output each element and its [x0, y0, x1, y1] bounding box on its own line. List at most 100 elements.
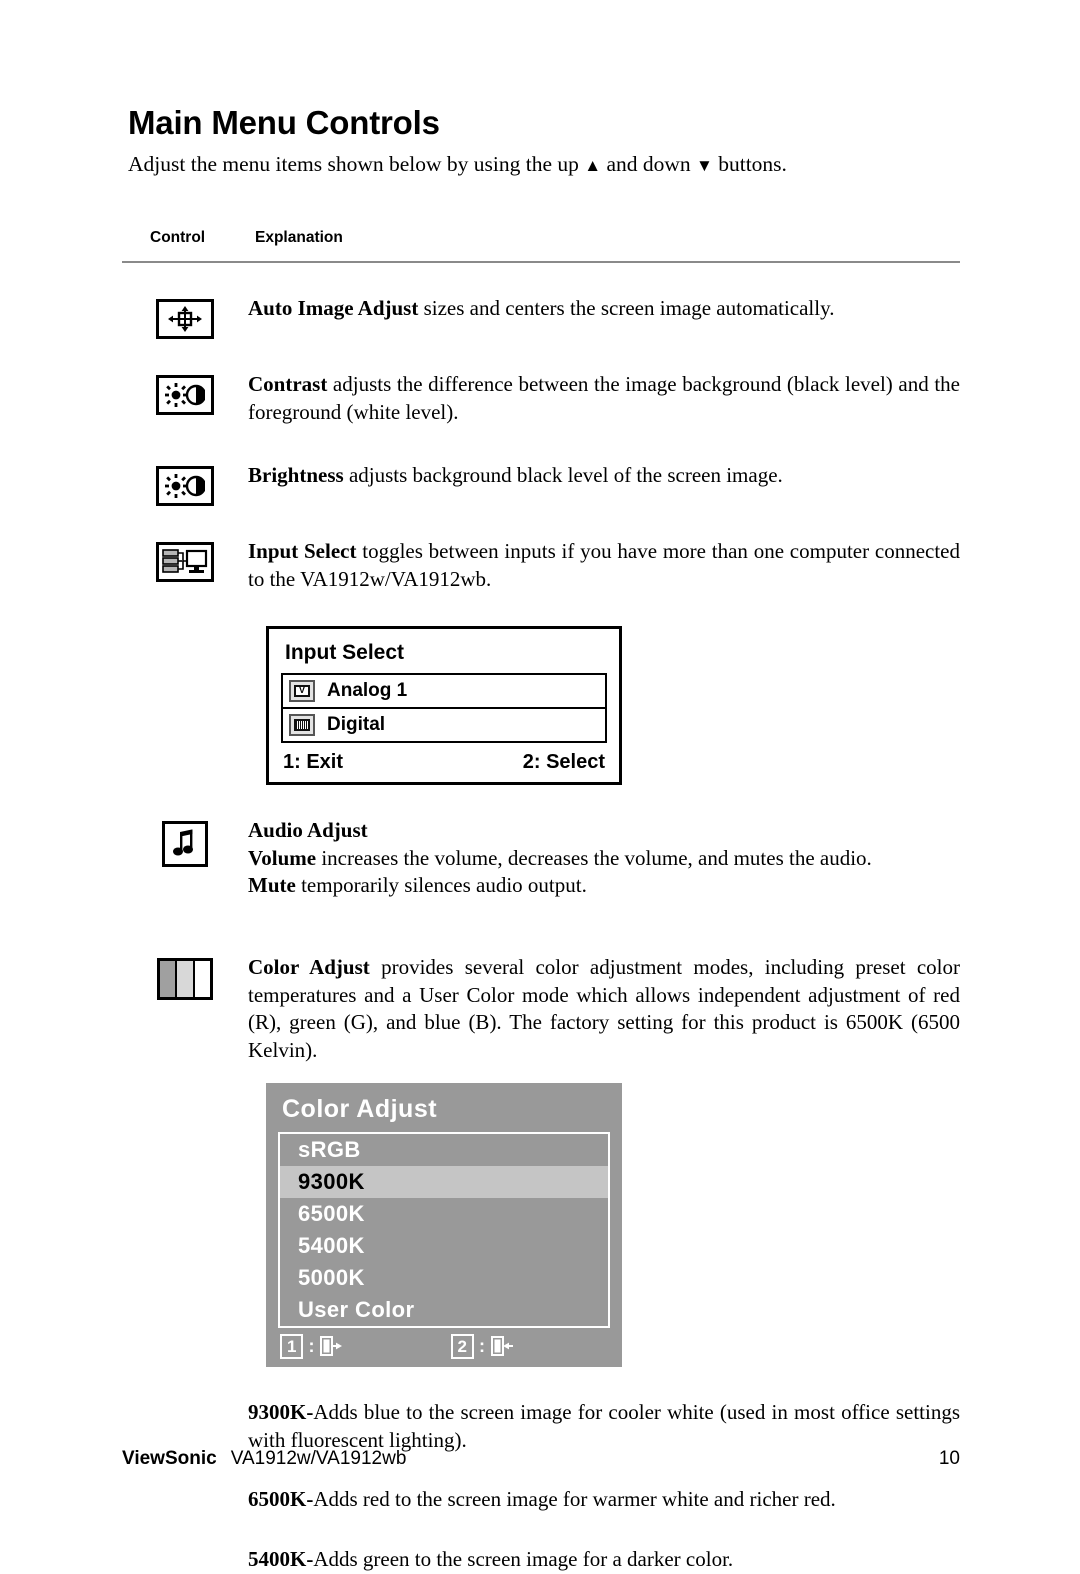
volume-text: increases the volume, decreases the volu…	[316, 845, 872, 870]
auto-image-adjust-icon	[156, 299, 214, 340]
control-row-contrast: Contrast adjusts the difference between …	[122, 371, 960, 426]
volume-term: Volume	[248, 845, 317, 870]
control-row-auto-image-adjust: Auto Image Adjust sizes and centers the …	[122, 295, 960, 340]
note-text: Adds blue to the screen image for cooler…	[248, 1399, 960, 1452]
control-description: Auto Image Adjust sizes and centers the …	[248, 295, 960, 323]
control-text: adjusts the difference between the image…	[248, 372, 960, 424]
icon-cell	[122, 295, 248, 340]
page-footer: ViewSonic VA1912w/VA1912wb 10	[122, 1448, 960, 1470]
control-description: Input Select toggles between inputs if y…	[248, 538, 960, 593]
page-content: Main Menu Controls Adjust the menu items…	[122, 104, 960, 1574]
osd-option-6500k[interactable]: 6500K	[280, 1198, 608, 1230]
down-arrow-icon: ▼	[696, 156, 713, 175]
control-row-color-adjust: Color Adjust provides several color adju…	[122, 954, 960, 1065]
osd-footer: 1 : 2 :	[278, 1333, 610, 1359]
column-header-explanation: Explanation	[255, 229, 343, 247]
enter-door-icon	[491, 1336, 514, 1357]
audio-adjust-heading: Audio Adjust	[248, 817, 368, 842]
intro-text-before: Adjust the menu items shown below by usi…	[128, 152, 585, 176]
icon-cell	[122, 954, 248, 1001]
osd-option-9300k[interactable]: 9300K	[280, 1165, 608, 1198]
column-header-control: Control	[150, 229, 206, 247]
up-arrow-icon: ▲	[584, 156, 602, 175]
footer-brand: ViewSonic	[122, 1448, 217, 1469]
audio-adjust-block: Audio Adjust Volume increases the volume…	[248, 817, 960, 900]
osd-option-label: Digital	[327, 713, 386, 735]
temperature-note-9300k: 9300K-Adds blue to the screen image for …	[248, 1399, 960, 1454]
osd-title: Input Select	[285, 640, 405, 664]
control-term: Color Adjust	[248, 955, 370, 980]
osd-option-user-color[interactable]: User Color	[280, 1294, 608, 1326]
exit-door-icon	[320, 1336, 343, 1357]
osd-option-list: V Analog 1 Digital	[281, 672, 607, 743]
color-bars-icon	[157, 958, 213, 1001]
osd-option-5000k[interactable]: 5000K	[280, 1262, 608, 1294]
color-bar-dark	[160, 961, 178, 998]
control-row-brightness: Brightness adjusts background black leve…	[122, 462, 960, 507]
mute-text: temporarily silences audio output.	[295, 873, 587, 898]
monitor-analog-icon: V	[289, 679, 315, 702]
osd-color-adjust[interactable]: Color Adjust sRGB 9300K 6500K 5400K 5000…	[266, 1082, 622, 1367]
osd-footer: 1: Exit 2: Select	[281, 751, 607, 774]
contrast-icon	[156, 375, 214, 416]
intro-paragraph: Adjust the menu items shown below by usi…	[128, 150, 960, 179]
control-text: sizes and centers the screen image autom…	[418, 296, 835, 321]
brightness-icon	[156, 466, 214, 507]
control-row-input-select: Input Select toggles between inputs if y…	[122, 538, 960, 593]
separator: :	[308, 1335, 315, 1356]
mute-term: Mute	[248, 873, 296, 898]
control-row-audio-adjust: Audio Adjust Volume increases the volume…	[122, 817, 960, 900]
color-bar-white	[194, 961, 210, 998]
note-term: 5400K-	[248, 1547, 314, 1572]
footer-model: VA1912w/VA1912wb	[230, 1448, 407, 1469]
osd-option-srgb[interactable]: sRGB	[280, 1134, 608, 1166]
key-1-label: 1	[280, 1333, 304, 1359]
control-term: Contrast	[248, 372, 328, 397]
page-title: Main Menu Controls	[128, 104, 440, 141]
music-note-icon	[162, 820, 208, 867]
osd-footer-enter[interactable]: 2 :	[450, 1333, 514, 1359]
icon-cell	[122, 462, 248, 507]
osd-option-analog[interactable]: V Analog 1	[283, 675, 605, 709]
note-text: Adds red to the screen image for warmer …	[313, 1487, 836, 1512]
control-term: Brightness	[248, 463, 344, 488]
icon-cell	[122, 538, 248, 583]
osd-title: Color Adjust	[282, 1094, 438, 1123]
control-description: Brightness adjusts background black leve…	[248, 462, 960, 490]
footer-page-number: 10	[938, 1448, 960, 1469]
osd-footer-select[interactable]: 2: Select	[523, 751, 605, 774]
osd-option-5400k[interactable]: 5400K	[280, 1230, 608, 1262]
icon-cell	[122, 817, 248, 867]
color-bar-light	[177, 961, 195, 998]
separator: :	[479, 1335, 486, 1356]
temperature-note-5400k: 5400K-Adds green to the screen image for…	[248, 1546, 960, 1574]
control-term: Auto Image Adjust	[248, 296, 419, 321]
monitor-digital-glyph	[294, 718, 310, 731]
icon-cell	[122, 371, 248, 416]
osd-option-digital[interactable]: Digital	[283, 709, 605, 741]
osd-footer-exit[interactable]: 1 :	[280, 1333, 451, 1359]
document-page: Main Menu Controls Adjust the menu items…	[0, 0, 1080, 1571]
control-description: Color Adjust provides several color adju…	[248, 954, 960, 1065]
osd-input-select[interactable]: Input Select V Analog 1 Digital 1: Exit	[266, 625, 622, 785]
monitor-analog-glyph: V	[294, 684, 310, 697]
note-text: Adds green to the screen image for a dar…	[313, 1547, 734, 1572]
table-column-headers: Control Explanation	[150, 229, 960, 247]
control-text: adjusts background black level of the sc…	[343, 463, 783, 488]
osd-footer-exit[interactable]: 1: Exit	[283, 751, 343, 774]
note-term: 6500K-	[248, 1487, 314, 1512]
input-select-icon	[156, 542, 214, 583]
osd-option-list: sRGB 9300K 6500K 5400K 5000K User Color	[278, 1131, 610, 1328]
key-2-label: 2	[450, 1333, 475, 1359]
control-description: Contrast adjusts the difference between …	[248, 371, 960, 426]
intro-text-after: buttons.	[712, 152, 787, 176]
note-term: 9300K-	[248, 1399, 314, 1424]
control-term: Input Select	[248, 539, 357, 564]
intro-text-mid: and down	[601, 152, 697, 176]
